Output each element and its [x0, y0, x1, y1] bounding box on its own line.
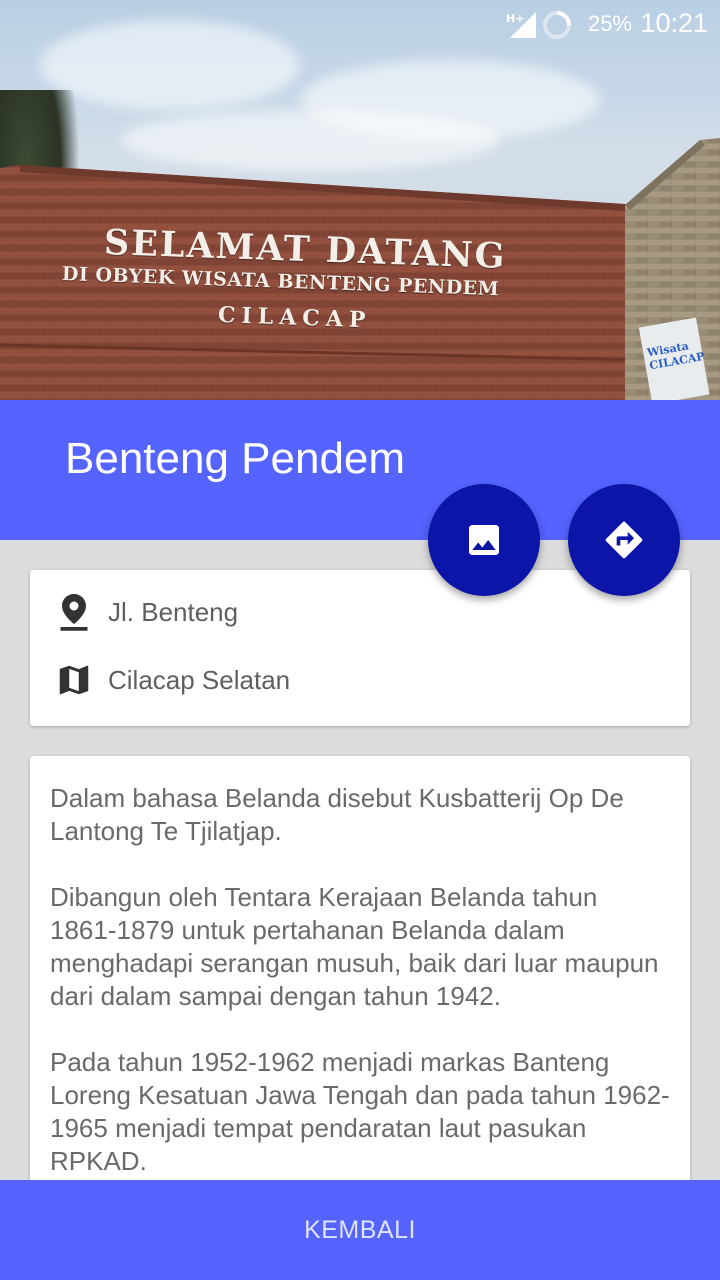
clock: 10:21 — [640, 8, 708, 38]
street-text: Jl. Benteng — [108, 596, 239, 627]
description-paragraph: Dibangun oleh Tentara Kerajaan Belanda t… — [50, 882, 659, 1011]
gallery-button[interactable] — [428, 484, 540, 596]
back-button-label: KEMBALI — [304, 1215, 416, 1244]
map-icon — [54, 660, 94, 700]
directions-button[interactable] — [568, 484, 680, 596]
directions-icon — [605, 521, 643, 559]
fort-wall — [0, 138, 720, 400]
page-title: Benteng Pendem — [65, 434, 406, 483]
description-paragraph: Pada tahun 1952-1962 menjadi markas Bant… — [50, 1047, 670, 1176]
status-bar: H+ 25% 10:21 — [0, 0, 720, 48]
street-row: Jl. Benteng — [30, 582, 690, 642]
description-card: Dalam bahasa Belanda disebut Kusbatterij… — [30, 756, 690, 1196]
battery-ring-icon — [543, 11, 571, 39]
battery-percent: 25% — [587, 11, 632, 36]
location-pin-icon — [54, 592, 94, 632]
description-paragraph: Dalam bahasa Belanda disebut Kusbatterij… — [50, 783, 624, 846]
sign-line-3: CILACAP — [217, 302, 372, 334]
district-row: Cilacap Selatan — [30, 650, 690, 710]
image-icon — [469, 525, 499, 555]
network-type: H+ — [506, 12, 524, 25]
back-button[interactable]: KEMBALI — [0, 1180, 720, 1280]
header-photo: SELAMAT DATANG DI OBYEK WISATA BENTENG P… — [0, 0, 720, 400]
district-text: Cilacap Selatan — [108, 664, 291, 695]
address-card: Jl. Benteng Cilacap Selatan — [30, 570, 690, 726]
signal-icon: H+ — [506, 12, 536, 38]
